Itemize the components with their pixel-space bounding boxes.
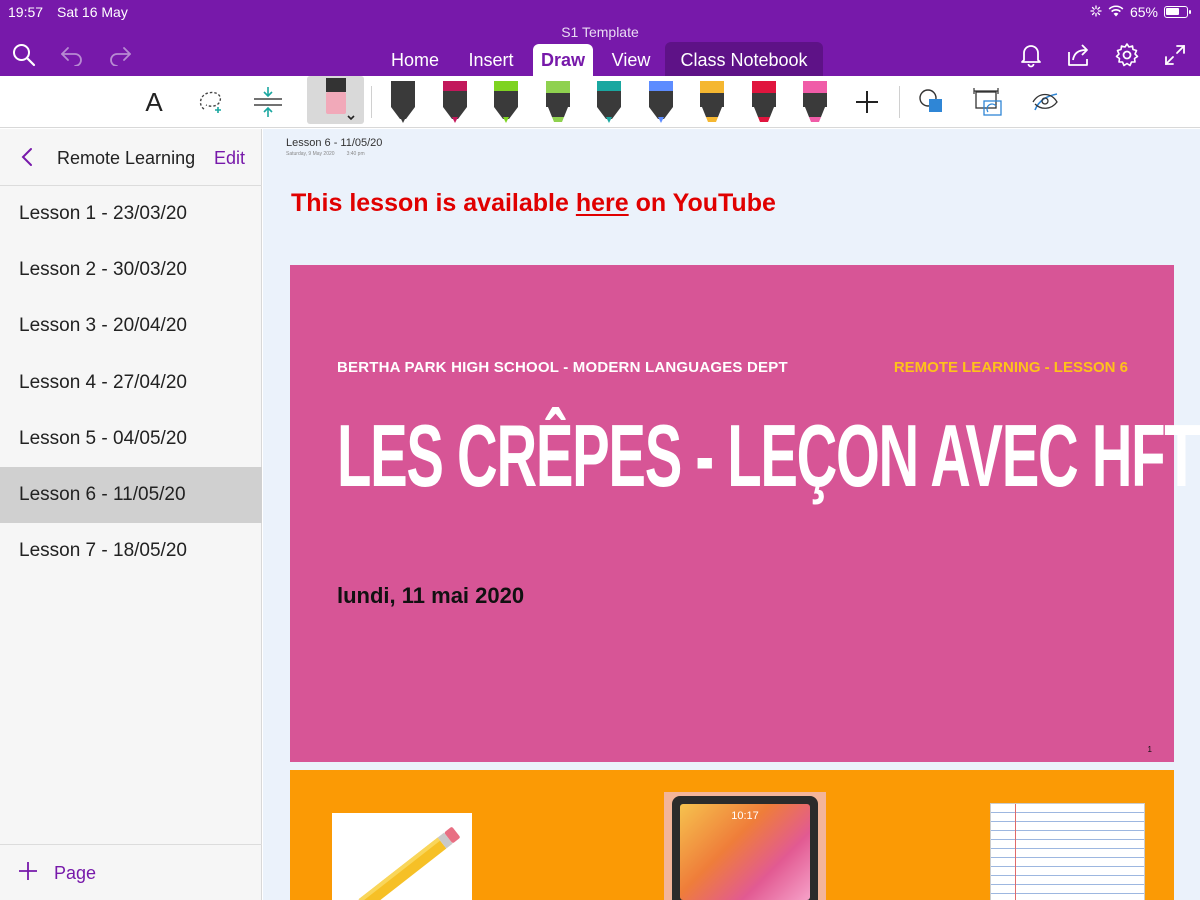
bell-icon[interactable] — [1016, 40, 1046, 70]
page-item-lesson-2[interactable]: Lesson 2 - 30/03/20 — [0, 242, 262, 298]
ink-replay-icon — [1032, 93, 1058, 111]
status-date: Sat 16 May — [57, 4, 128, 20]
activity-icon — [1090, 4, 1102, 20]
eraser-button[interactable] — [307, 76, 364, 128]
gear-icon[interactable] — [1112, 40, 1142, 70]
title-slide[interactable]: BERTHA PARK HIGH SCHOOL - MODERN LANGUAG… — [290, 265, 1200, 762]
youtube-banner: This lesson is available here on YouTube — [291, 189, 776, 218]
plus-icon — [18, 861, 38, 886]
eraser-icon — [325, 78, 355, 121]
page-title[interactable]: Lesson 6 - 11/05/20 — [286, 137, 382, 149]
add-pen-button[interactable] — [850, 76, 884, 128]
pen-icon — [391, 81, 415, 123]
page-item-lesson-7[interactable]: Lesson 7 - 18/05/20 — [0, 523, 262, 579]
materials-slide[interactable]: 10:17 — [290, 770, 1174, 900]
pencil-icon — [349, 827, 460, 900]
ipad-screen: 10:17 — [680, 804, 810, 900]
insert-space-icon — [254, 87, 282, 117]
school-name: BERTHA PARK HIGH SCHOOL - MODERN LANGUAG… — [337, 359, 788, 376]
tab-insert[interactable]: Insert — [462, 44, 520, 76]
lesson-tag: REMOTE LEARNING - LESSON 6 — [893, 359, 1128, 376]
battery-icon — [1164, 6, 1191, 18]
ipad-clock: 10:17 — [731, 810, 759, 822]
text-tool-label: A — [145, 86, 163, 117]
tab-home[interactable]: Home — [384, 44, 446, 76]
banner-text-start: This lesson is available — [291, 189, 576, 217]
lasso-select-button[interactable] — [194, 76, 228, 128]
youtube-link[interactable]: here — [576, 189, 629, 217]
add-page-button[interactable]: Page — [0, 844, 262, 900]
highlighter-icon — [751, 81, 776, 122]
status-right: 65% — [1090, 4, 1191, 20]
highlighter-red-button[interactable] — [743, 76, 785, 128]
lasso-icon — [199, 91, 222, 113]
page-header: Lesson 6 - 11/05/20 Saturday, 9 May 2020… — [286, 137, 382, 157]
page-item-lesson-6[interactable]: Lesson 6 - 11/05/20 — [0, 466, 262, 524]
ipad-image: 10:17 — [664, 792, 826, 900]
page-time: 3:40 pm — [346, 151, 365, 157]
fullscreen-icon[interactable] — [1160, 40, 1190, 70]
wifi-icon — [1108, 4, 1124, 20]
pen-galaxy-button[interactable] — [640, 76, 682, 128]
ribbon-divider — [899, 86, 900, 118]
ink-replay-button[interactable] — [1026, 76, 1064, 128]
share-icon[interactable] — [1064, 40, 1094, 70]
page-meta: Saturday, 9 May 2020 3:40 pm — [286, 151, 382, 157]
ink-to-shape-icon — [919, 89, 942, 112]
slide-title: LES CRÊPES - LEÇON AVEC HFTT — [337, 406, 1200, 505]
pen-icon — [597, 81, 621, 123]
highlighter-yellow-button[interactable] — [691, 76, 733, 128]
section-title: Remote Learning — [57, 148, 196, 168]
redo-icon[interactable] — [105, 40, 135, 70]
text-tool-button[interactable]: A — [138, 76, 170, 128]
ink-to-shape-button[interactable] — [912, 76, 952, 128]
tab-view[interactable]: View — [603, 44, 659, 76]
status-time: 19:57 — [8, 4, 44, 20]
ipad-frame: 10:17 — [672, 796, 818, 900]
ink-math-icon — [973, 88, 1002, 116]
pen-teal-button[interactable] — [588, 76, 630, 128]
pen-icon — [494, 81, 518, 123]
pencil-image — [332, 813, 472, 900]
pen-green-button[interactable] — [485, 76, 527, 128]
highlighter-pink-button[interactable] — [794, 76, 836, 128]
pen-magenta-button[interactable] — [434, 76, 476, 128]
plus-icon — [856, 91, 878, 113]
ribbon-divider — [371, 86, 372, 118]
tab-draw[interactable]: Draw — [533, 44, 593, 76]
tab-class-notebook[interactable]: Class Notebook — [665, 42, 823, 76]
highlighter-icon — [803, 81, 827, 122]
pen-icon — [648, 81, 673, 123]
pen-black-button[interactable] — [382, 76, 424, 128]
slide-date: lundi, 11 mai 2020 — [337, 583, 525, 608]
edit-button[interactable]: Edit — [214, 148, 245, 169]
sidebar-header: Remote Learning Edit — [0, 129, 262, 186]
battery-percent: 65% — [1129, 4, 1158, 20]
add-page-label: Page — [54, 863, 97, 883]
page-sidebar: Remote Learning Edit Lesson 1 - 23/03/20… — [0, 129, 262, 900]
back-chevron-icon[interactable] — [18, 145, 36, 174]
page-date: Saturday, 9 May 2020 — [286, 151, 335, 157]
banner-text-end: on YouTube — [628, 189, 776, 217]
page-item-lesson-5[interactable]: Lesson 5 - 04/05/20 — [0, 411, 262, 467]
ink-to-math-button[interactable] — [966, 76, 1010, 128]
document-title: S1 Template — [561, 24, 639, 40]
page-item-lesson-1[interactable]: Lesson 1 - 23/03/20 — [0, 186, 262, 242]
add-space-button[interactable] — [250, 76, 286, 128]
paper-margin-line — [1015, 804, 1016, 900]
page-item-lesson-3[interactable]: Lesson 3 - 20/04/20 — [0, 298, 262, 354]
draw-ribbon: A — [0, 76, 1200, 128]
highlighter-icon — [700, 81, 724, 122]
pen-icon — [442, 81, 467, 123]
page-list: Lesson 1 - 23/03/20 Lesson 2 - 30/03/20 … — [0, 186, 262, 579]
search-icon[interactable] — [9, 40, 39, 70]
lined-paper-image — [990, 803, 1145, 900]
page-canvas[interactable]: Lesson 6 - 11/05/20 Saturday, 9 May 2020… — [263, 129, 1200, 900]
page-item-lesson-4[interactable]: Lesson 4 - 27/04/20 — [0, 355, 262, 411]
highlighter-icon — [545, 81, 570, 122]
top-bar: 19:57 Sat 16 May 65% S1 Template Home In… — [0, 0, 1200, 76]
highlighter-green-button[interactable] — [537, 76, 579, 128]
slide-number: 1 — [1147, 745, 1152, 754]
undo-icon[interactable] — [57, 40, 87, 70]
